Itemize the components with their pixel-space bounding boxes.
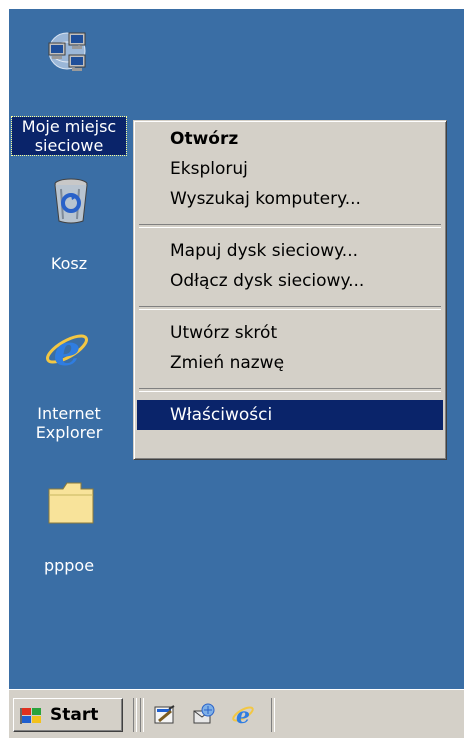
outlook-express-icon[interactable] bbox=[191, 703, 215, 727]
menu-item-disconnect-network-drive[interactable]: Odłącz dysk sieciowy... bbox=[137, 266, 443, 296]
windows-flag-icon bbox=[20, 705, 44, 725]
desktop-icon-label: Internet Explorer bbox=[35, 404, 103, 442]
desktop-icon-pppoe-folder[interactable]: pppoe bbox=[9, 479, 129, 589]
menu-item-rename[interactable]: Zmień nazwę bbox=[137, 348, 443, 378]
desktop-icon-recycle-bin[interactable]: Kosz bbox=[9, 177, 129, 287]
menu-item-search-computers[interactable]: Wyszukaj komputery... bbox=[137, 184, 443, 214]
desktop-icon-internet-explorer[interactable]: e Internet Explorer bbox=[9, 326, 129, 457]
desktop-icon-label: Moje miejsc sieciowe bbox=[11, 116, 127, 156]
taskbar: Start e bbox=[9, 689, 464, 738]
internet-explorer-icon: e bbox=[43, 326, 91, 375]
menu-separator bbox=[139, 306, 441, 310]
internet-explorer-icon[interactable]: e bbox=[231, 703, 255, 729]
desktop-icon-network-places[interactable]: Moje miejsc sieciowe bbox=[9, 27, 129, 167]
context-menu: Otwórz Eksploruj Wyszukaj komputery... M… bbox=[133, 120, 447, 460]
taskbar-separator bbox=[271, 698, 275, 732]
menu-item-properties[interactable]: Właściwości bbox=[137, 400, 443, 430]
network-places-icon bbox=[43, 27, 91, 75]
recycle-bin-icon bbox=[47, 177, 95, 225]
taskbar-separator bbox=[140, 698, 144, 732]
menu-separator bbox=[139, 224, 441, 228]
menu-item-open[interactable]: Otwórz bbox=[137, 124, 443, 154]
menu-item-create-shortcut[interactable]: Utwórz skrót bbox=[137, 318, 443, 348]
desktop-icon-label: pppoe bbox=[43, 556, 95, 575]
svg-text:e: e bbox=[236, 703, 250, 727]
show-desktop-icon[interactable] bbox=[153, 703, 177, 727]
menu-item-explore[interactable]: Eksploruj bbox=[137, 154, 443, 184]
menu-separator bbox=[139, 388, 441, 392]
desktop: Moje miejsc sieciowe Kosz e Internet Exp… bbox=[9, 9, 464, 689]
taskbar-separator bbox=[133, 698, 137, 732]
folder-icon bbox=[47, 479, 95, 527]
desktop-icon-label: Kosz bbox=[50, 254, 88, 273]
start-button[interactable]: Start bbox=[13, 698, 123, 732]
start-label: Start bbox=[50, 705, 99, 725]
svg-text:e: e bbox=[54, 327, 81, 375]
menu-item-map-network-drive[interactable]: Mapuj dysk sieciowy... bbox=[137, 236, 443, 266]
